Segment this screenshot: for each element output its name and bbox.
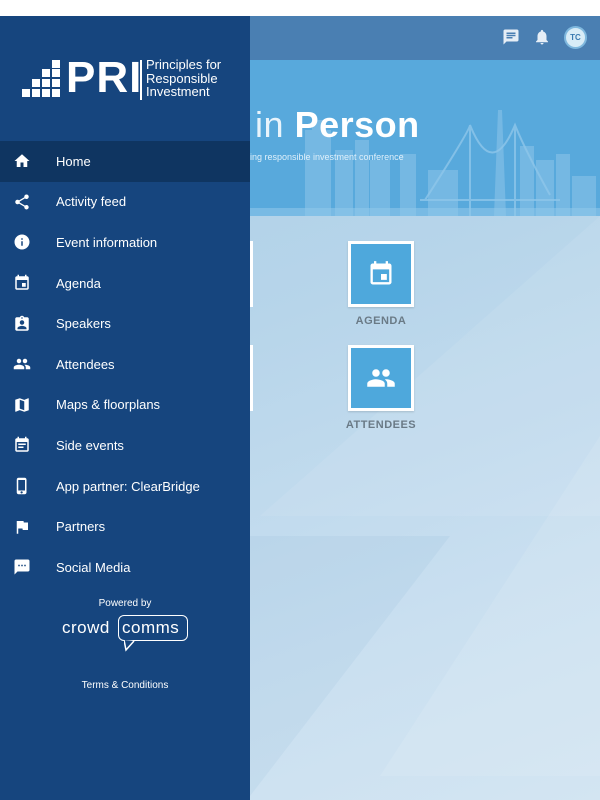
logo-acronym: PRI	[66, 53, 143, 102]
attendees-tile-label: ATTENDEES	[345, 419, 417, 431]
menu-item-label: Speakers	[56, 316, 111, 332]
avatar[interactable]: TC	[564, 26, 587, 49]
logo-divider	[140, 60, 142, 100]
terms-conditions-link[interactable]: Terms & Conditions	[0, 680, 250, 691]
menu-item-label: Partners	[56, 519, 106, 535]
pri-logo-bars-icon	[22, 60, 60, 97]
menu-item-agenda[interactable]: Agenda	[0, 263, 250, 304]
badge-icon	[13, 315, 31, 333]
attendees-tile[interactable]	[348, 345, 414, 411]
crowdcomms-logo: crowd comms	[62, 615, 192, 656]
menu-item-label: Event information	[56, 234, 158, 250]
pri-logo: PRI Principles for Responsible Investmen…	[22, 53, 232, 102]
menu-item-attendees[interactable]: Attendees	[0, 344, 250, 385]
menu-item-label: Home	[56, 153, 91, 169]
people-icon	[13, 355, 31, 373]
menu-item-event-information[interactable]: Event information	[0, 222, 250, 263]
powered-by-text: Powered by	[98, 598, 152, 609]
home-icon	[13, 152, 31, 170]
agenda-tile-label: AGENDA	[355, 315, 407, 327]
calendar-icon	[13, 274, 31, 292]
menu-item-label: Activity feed	[56, 194, 127, 210]
menu-item-social-media[interactable]: Social Media	[0, 547, 250, 588]
menu-item-home[interactable]: Home	[0, 141, 250, 182]
menu-item-maps-floorplans[interactable]: Maps & floorplans	[0, 385, 250, 426]
event-note-icon	[13, 436, 31, 454]
background-shape	[250, 536, 450, 796]
agenda-tile[interactable]	[348, 241, 414, 307]
drawer-menu: Home Activity feed Event information Age…	[0, 141, 250, 588]
menu-item-side-events[interactable]: Side events	[0, 425, 250, 466]
menu-item-partners[interactable]: Partners	[0, 506, 250, 547]
menu-item-label: Agenda	[56, 275, 101, 291]
phone-icon	[13, 477, 31, 495]
chat-icon[interactable]	[500, 26, 522, 48]
menu-item-label: Maps & floorplans	[56, 397, 161, 413]
menu-item-activity-feed[interactable]: Activity feed	[0, 182, 250, 223]
share-icon	[13, 193, 31, 211]
menu-item-label: Side events	[56, 437, 124, 453]
message-icon	[13, 558, 31, 576]
logo-text: Principles for Responsible Investment	[146, 57, 222, 99]
people-icon	[367, 369, 395, 387]
status-strip	[0, 0, 600, 16]
calendar-icon	[370, 261, 392, 285]
info-icon	[13, 233, 31, 251]
notifications-icon[interactable]	[531, 26, 553, 48]
flag-icon	[13, 518, 31, 536]
banner-subtitle: ing responsible investment conference	[250, 152, 404, 162]
banner-title: l in Person	[236, 104, 420, 145]
menu-item-speakers[interactable]: Speakers	[0, 303, 250, 344]
menu-item-label: App partner: ClearBridge	[56, 478, 200, 494]
menu-item-label: Social Media	[56, 559, 131, 575]
menu-item-app-partner[interactable]: App partner: ClearBridge	[0, 466, 250, 507]
navigation-drawer: PRI Principles for Responsible Investmen…	[0, 16, 250, 800]
map-icon	[13, 396, 31, 414]
menu-item-label: Attendees	[56, 356, 115, 372]
